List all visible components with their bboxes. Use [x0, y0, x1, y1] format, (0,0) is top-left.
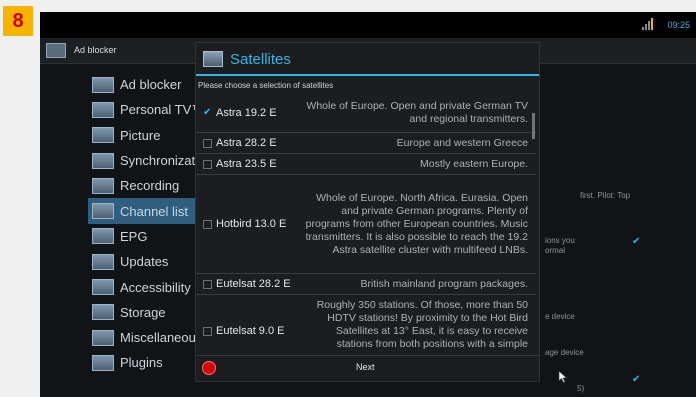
satellite-description: Whole of Europe. North Africa. Eurasia. …: [305, 191, 528, 256]
mouse-cursor-icon: [558, 371, 568, 383]
menu-item-label: Synchronizati: [120, 153, 199, 169]
dialog-subtitle: Please choose a selection of satellites: [198, 81, 334, 90]
background-settings-panel: first. Pilot: Top ions you ormal ✔ e dev…: [540, 64, 696, 397]
status-bar: 09:25: [40, 12, 696, 38]
satellites-dialog: Satellites Please choose a selection of …: [195, 42, 568, 383]
satellite-description: Whole of Europe. Open and private German…: [306, 99, 528, 125]
satellite-name: Eutelsat 9.0 E: [216, 325, 285, 337]
satellite-list: ✔ Astra 19.2 E Whole of Europe. Open and…: [196, 93, 536, 363]
satellite-name: Astra 19.2 E: [216, 106, 277, 119]
satellite-name: Hotbird 13.0 E: [216, 218, 287, 230]
tv-icon: [92, 279, 114, 296]
satellite-row-astra-19-2[interactable]: ✔ Astra 19.2 E Whole of Europe. Open and…: [196, 93, 536, 133]
satellite-description: British mainland program packages.: [360, 277, 529, 290]
menu-item-label: Ad blocker: [120, 77, 182, 93]
background-text: e device: [545, 312, 575, 321]
clock: 09:25: [667, 20, 690, 30]
menu-item-label: Miscellaneous: [120, 330, 203, 346]
background-text: ormal: [545, 246, 566, 255]
tv-icon: [92, 329, 114, 346]
scrollbar[interactable]: [532, 113, 535, 139]
tv-icon: [92, 101, 114, 118]
satellite-row-astra-23-5[interactable]: Astra 23.5 E Mostly eastern Europe.: [196, 154, 536, 175]
checkbox[interactable]: [203, 279, 212, 289]
menu-item-label: Picture: [120, 127, 161, 143]
menu-item-label: Recording: [120, 178, 180, 194]
checkbox[interactable]: [203, 327, 212, 336]
dialog-title: Satellites: [230, 51, 291, 68]
menu-item-label: Storage: [120, 304, 166, 320]
checkbox[interactable]: [203, 159, 212, 169]
checkbox[interactable]: [203, 138, 212, 148]
background-text: 5): [577, 384, 585, 393]
tv-icon: [203, 51, 223, 67]
menu-item-label: Plugins: [120, 355, 163, 371]
satellite-row-eutelsat-28-2[interactable]: Eutelsat 28.2 E British mainland program…: [196, 274, 536, 295]
checkmark-icon: ✔: [632, 236, 641, 247]
tv-icon: [92, 304, 114, 321]
satellite-description: Roughly 350 stations. Of those, more tha…: [316, 299, 528, 350]
tv-icon: [92, 76, 114, 93]
menu-item-label: Personal TV™: [120, 102, 205, 118]
tv-icon: [92, 203, 114, 220]
tv-icon: [92, 177, 114, 194]
satellite-name: Eutelsat 28.2 E: [216, 278, 291, 290]
tv-icon: [92, 354, 114, 371]
tv-icon: [92, 127, 114, 144]
satellite-description: Mostly eastern Europe.: [420, 157, 528, 170]
satellite-name: Astra 28.2 E: [216, 137, 277, 149]
tv-icon: [46, 43, 66, 58]
tv-icon: [92, 253, 114, 270]
checkbox-checked[interactable]: ✔: [203, 108, 212, 118]
background-text: age device: [545, 348, 584, 357]
menu-item-label: Accessibility: [120, 279, 191, 295]
checkmark-icon: ✔: [632, 374, 641, 385]
satellite-row-astra-28-2[interactable]: Astra 28.2 E Europe and western Greece: [196, 133, 536, 154]
menu-item-label: Channel list: [120, 203, 188, 219]
next-button[interactable]: Next: [356, 362, 375, 372]
satellite-row-hotbird-13-0[interactable]: Hotbird 13.0 E Whole of Europe. North Af…: [196, 175, 536, 274]
tv-screen: 09:25 Ad blocker Ad blocker Personal TV™…: [40, 12, 696, 397]
satellite-row-eutelsat-9-0[interactable]: Eutelsat 9.0 E Roughly 350 stations. Of …: [196, 295, 536, 363]
background-text: first. Pilot: Top: [580, 191, 631, 200]
app-title: Ad blocker: [74, 45, 117, 55]
satellite-name: Astra 23.5 E: [216, 158, 277, 170]
menu-item-label: Updates: [120, 254, 169, 270]
menu-item-label: EPG: [120, 228, 148, 244]
tv-icon: [92, 152, 114, 169]
checkbox[interactable]: [203, 219, 212, 229]
red-button-icon[interactable]: [202, 361, 216, 375]
tv-icon: [92, 228, 114, 245]
background-text: ions you: [545, 236, 575, 245]
dialog-footer: Next: [196, 355, 539, 381]
dialog-header: Satellites: [196, 43, 539, 76]
step-number-badge: 8: [3, 6, 33, 36]
signal-icon: [642, 18, 653, 30]
satellite-description: Europe and western Greece: [396, 136, 528, 149]
